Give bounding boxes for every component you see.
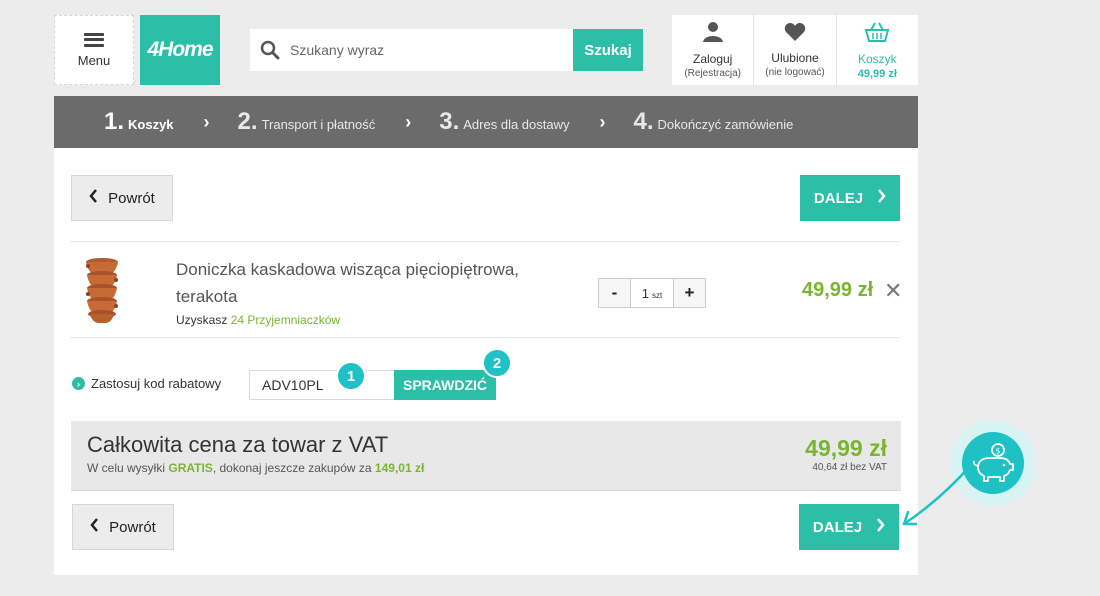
step-address[interactable]: 3. Adres dla dostawy bbox=[439, 108, 569, 136]
step-cart[interactable]: 1. Koszyk bbox=[104, 108, 174, 136]
cart-total: 49,99 zł bbox=[857, 67, 897, 80]
step-transport[interactable]: 2. Transport i płatność bbox=[238, 108, 376, 136]
chevron-right-icon: › bbox=[599, 111, 606, 132]
back-button-bottom[interactable]: Powrót bbox=[72, 504, 174, 550]
quantity-increase-button[interactable]: + bbox=[674, 279, 705, 307]
quantity-field[interactable]: 1 szt bbox=[630, 279, 674, 307]
account-label: Zaloguj bbox=[692, 52, 733, 66]
product-price: 49,99 zł bbox=[802, 279, 874, 301]
search-bar: Szukaj bbox=[250, 29, 643, 71]
step-finish[interactable]: 4. Dokończyć zamówienie bbox=[634, 108, 794, 136]
coupon-check-button[interactable]: SPRAWDZIĆ bbox=[394, 370, 496, 400]
search-icon bbox=[250, 40, 290, 60]
total-net-price: 40,64 zł bez VAT bbox=[812, 462, 887, 473]
chevron-left-icon bbox=[90, 518, 99, 536]
menu-button[interactable]: Menu bbox=[54, 15, 134, 85]
annotation-arrow bbox=[902, 462, 974, 526]
search-button[interactable]: Szukaj bbox=[573, 29, 643, 71]
favorites-sub: (nie logować) bbox=[765, 67, 825, 78]
favorites-label: Ulubione bbox=[771, 51, 819, 65]
cart-label: Koszyk bbox=[857, 51, 897, 66]
chevron-right-icon bbox=[877, 189, 886, 207]
quantity-decrease-button[interactable]: - bbox=[599, 279, 630, 307]
product-image[interactable] bbox=[78, 256, 126, 324]
free-shipping-note: W celu wysyłki GRATIS, dokonaj jeszcze z… bbox=[87, 461, 425, 475]
chevron-right-icon: › bbox=[405, 111, 412, 132]
quantity-stepper: - 1 szt + bbox=[598, 278, 706, 308]
step-badge-1: 1 bbox=[336, 361, 366, 391]
header-actions: Zaloguj (Rejestracja) Ulubione (nie logo… bbox=[672, 15, 918, 85]
coupon-toggle[interactable]: › Zastosuj kod rabatowy bbox=[72, 376, 221, 391]
hamburger-icon bbox=[84, 32, 104, 47]
basket-icon bbox=[864, 21, 890, 48]
back-button-top[interactable]: Powrót bbox=[71, 175, 173, 221]
total-price: 49,99 zł bbox=[805, 435, 887, 461]
account-sub: (Rejestracja) bbox=[684, 68, 741, 79]
search-input[interactable] bbox=[290, 29, 573, 71]
product-name[interactable]: Doniczka kaskadowa wisząca pięciopiętrow… bbox=[176, 256, 576, 310]
menu-label: Menu bbox=[77, 52, 111, 68]
heart-icon bbox=[784, 22, 806, 47]
divider bbox=[70, 241, 900, 242]
cart-link[interactable]: Koszyk 49,99 zł bbox=[837, 15, 918, 85]
chevron-right-icon: › bbox=[203, 111, 210, 132]
step-badge-2: 2 bbox=[482, 348, 512, 378]
next-button-top[interactable]: DALEJ bbox=[800, 175, 900, 221]
remove-item-icon[interactable]: ✕ bbox=[884, 279, 902, 303]
favorites-link[interactable]: Ulubione (nie logować) bbox=[754, 15, 837, 85]
total-title: Całkowita cena za towar z VAT bbox=[87, 432, 389, 457]
divider bbox=[70, 337, 900, 338]
order-total: Całkowita cena za towar z VAT W celu wys… bbox=[71, 421, 901, 491]
chevron-right-circle-icon: › bbox=[72, 377, 85, 390]
checkout-steps: 1. Koszyk › 2. Transport i płatność › 3.… bbox=[54, 96, 918, 157]
chevron-left-icon bbox=[89, 189, 98, 207]
site-logo[interactable]: 4Home bbox=[140, 15, 220, 85]
user-icon bbox=[702, 21, 724, 48]
cart-panel: Powrót DALEJ Doniczka kaskadowa wisząca … bbox=[54, 148, 918, 575]
product-reward: Uzyskasz 24 Przyjemniaczków bbox=[176, 313, 341, 327]
account-link[interactable]: Zaloguj (Rejestracja) bbox=[672, 15, 755, 85]
svg-text:$: $ bbox=[995, 447, 1000, 456]
coupon-input[interactable] bbox=[249, 370, 395, 400]
